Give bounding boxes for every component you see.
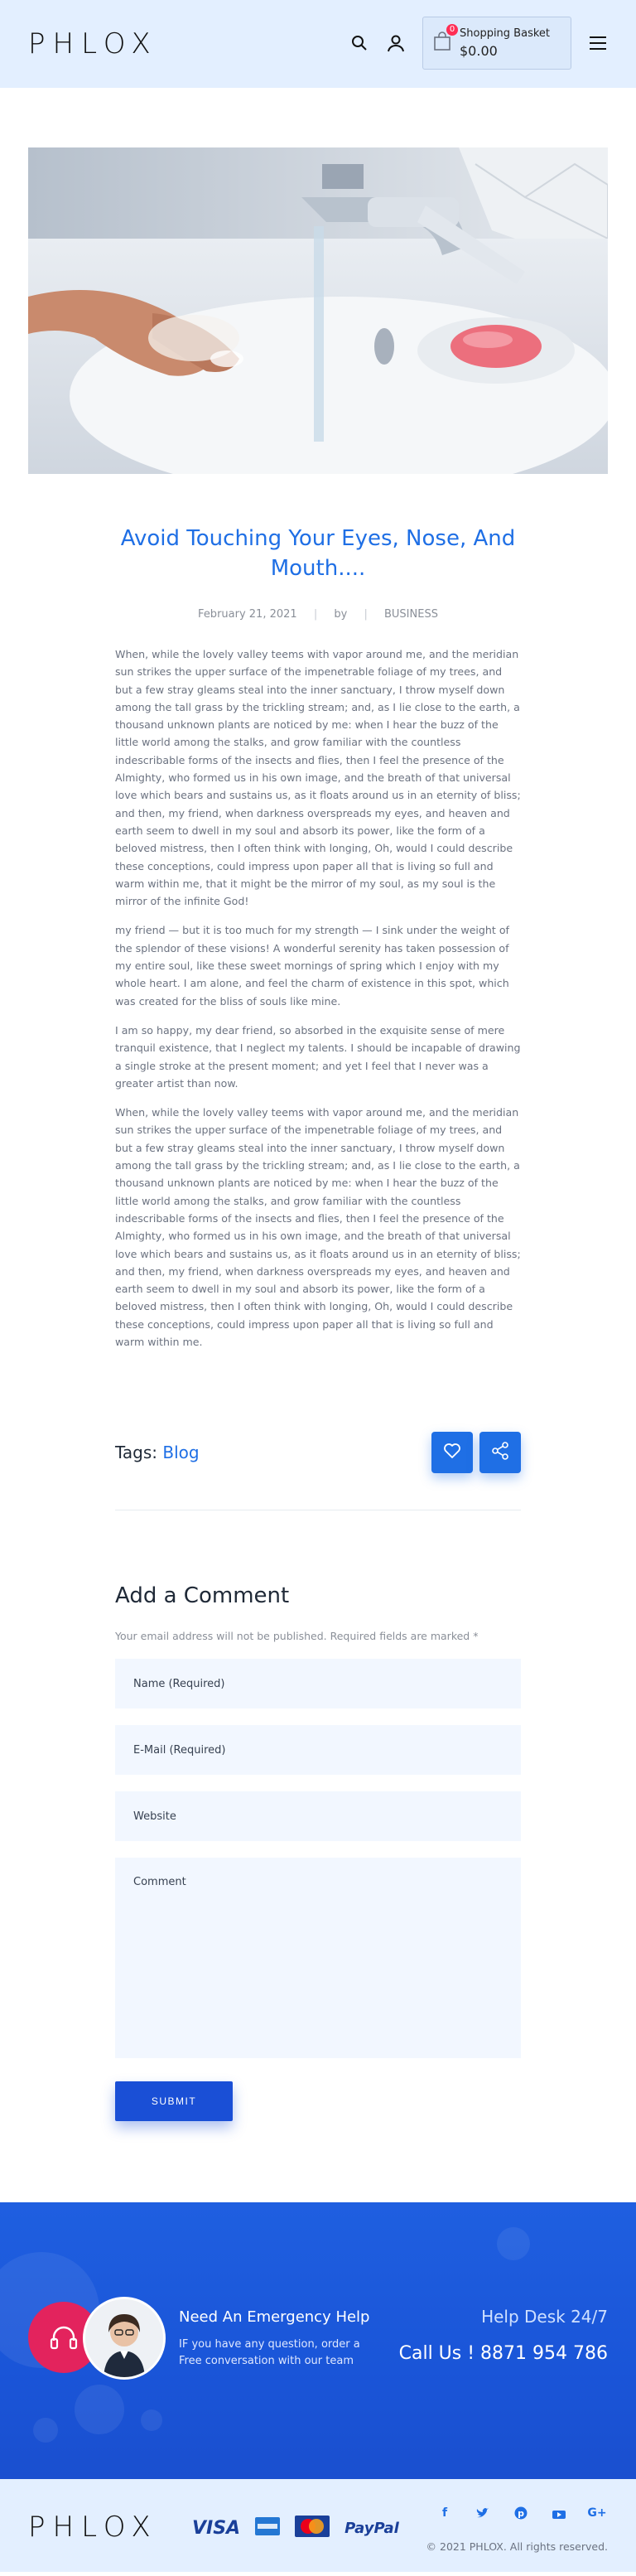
copyright: © 2021 PHLOX. All rights reserved. (426, 2540, 608, 2554)
decorative-bubble (497, 2227, 530, 2261)
post-featured-image (28, 147, 608, 474)
decorative-bubble (75, 2385, 124, 2435)
post-meta: February 21, 2021 | by | BUSINESS (0, 608, 636, 621)
meta-separator: | (313, 608, 318, 621)
basket-amount: $0.00 (460, 43, 498, 59)
post-tags: Tags: Blog (115, 1443, 200, 1462)
social-links: f p G+ (436, 2504, 607, 2522)
meta-separator: | (364, 608, 368, 621)
post-title: Avoid Touching Your Eyes, Nose, And Mout… (120, 526, 516, 581)
amex-logo (255, 2517, 281, 2539)
share-button[interactable] (479, 1432, 521, 1474)
header-actions: 0 Shopping Basket $0.00 (349, 17, 608, 70)
email-field[interactable]: E-Mail (Required) (115, 1725, 521, 1776)
comment-textarea[interactable]: Comment (115, 1858, 521, 2059)
post-paragraph: my friend — but it is too much for my st… (115, 924, 509, 1008)
post-tags-row: Tags: Blog (115, 1432, 521, 1511)
site-logo[interactable]: PHLOX (28, 27, 158, 60)
payment-methods: VISA PayPal (192, 2516, 399, 2540)
visa-logo: VISA (192, 2517, 241, 2539)
comment-form: Add a Comment Your email address will no… (115, 1583, 521, 2122)
facebook-icon[interactable]: f (436, 2504, 454, 2522)
emergency-help-banner: Need An Emergency Help IF you have any q… (0, 2202, 636, 2480)
tags-label: Tags: (115, 1443, 158, 1463)
post-paragraph: When, while the lovely valley teems with… (115, 648, 521, 908)
basket-label: Shopping Basket (460, 27, 551, 40)
comment-note: Your email address will not be published… (115, 1630, 479, 1643)
post-paragraph: When, while the lovely valley teems with… (115, 1106, 521, 1348)
name-field[interactable]: Name (Required) (115, 1659, 521, 1709)
help-subtitle: IF you have any question, order a Free c… (179, 2338, 360, 2368)
svg-text:p: p (518, 2508, 524, 2519)
decorative-bubble (141, 2409, 162, 2432)
call-us-phone[interactable]: Call Us ! 8871 954 786 (399, 2343, 608, 2364)
twitter-icon[interactable] (474, 2504, 492, 2522)
share-icon (491, 1442, 509, 1463)
google-plus-icon[interactable]: G+ (587, 2504, 606, 2522)
site-header: PHLOX 0 Shopping Basket $0.00 (0, 0, 636, 88)
footer-logo[interactable]: PHLOX (28, 2511, 158, 2544)
post-content: When, while the lovely valley teems with… (115, 645, 521, 1351)
post-category[interactable]: BUSINESS (384, 608, 438, 621)
basket-count-badge: 0 (446, 24, 458, 36)
youtube-icon[interactable] (550, 2504, 568, 2522)
help-desk-label: Help Desk 24/7 (481, 2307, 608, 2327)
post-actions (431, 1432, 521, 1474)
basket-icon (433, 31, 451, 55)
post-paragraph: I am so happy, my dear friend, so absorb… (115, 1023, 521, 1090)
comment-title: Add a Comment (115, 1583, 290, 1609)
website-field[interactable]: Website (115, 1791, 521, 1842)
user-icon[interactable] (386, 33, 406, 53)
decorative-bubble (33, 2418, 58, 2443)
like-button[interactable] (431, 1432, 473, 1474)
tag-link[interactable]: Blog (162, 1443, 199, 1462)
shopping-basket[interactable]: 0 Shopping Basket $0.00 (422, 17, 571, 70)
pinterest-icon[interactable]: p (512, 2504, 530, 2522)
mastercard-logo (295, 2516, 330, 2540)
site-footer: PHLOX VISA PayPal f p G+ © 2021 PHLOX. A… (0, 2479, 636, 2573)
support-agent-avatar (83, 2297, 166, 2380)
submit-button[interactable]: SUBMIT (115, 2081, 233, 2122)
search-icon[interactable] (349, 33, 369, 53)
menu-icon[interactable] (588, 33, 608, 53)
paypal-logo: PayPal (344, 2519, 399, 2537)
help-title: Need An Emergency Help (179, 2308, 370, 2327)
basket-text: Shopping Basket $0.00 (460, 27, 550, 59)
heart-icon (443, 1443, 461, 1462)
post-date[interactable]: February 21, 2021 (198, 608, 297, 621)
post-by: by (334, 608, 348, 621)
